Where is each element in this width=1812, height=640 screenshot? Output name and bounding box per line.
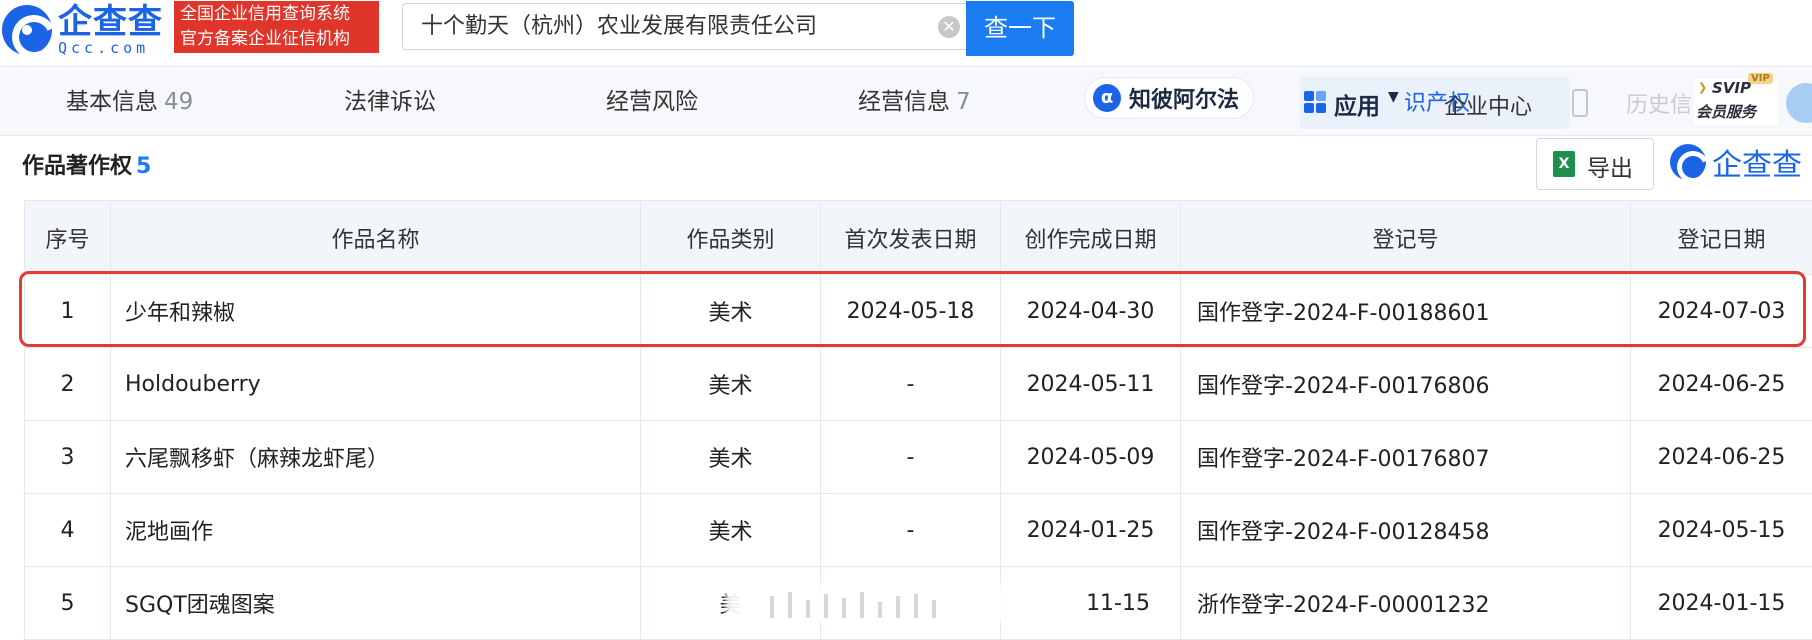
cell-complete-date: 2024-05-11 — [1000, 347, 1181, 421]
svip-bottom-label: 会员服务 — [1696, 103, 1757, 121]
tab-count: 7 — [956, 89, 971, 115]
cell-work-name[interactable]: Holdouberry — [110, 347, 641, 421]
tab-legal[interactable]: 法律诉讼 — [344, 87, 436, 117]
column-header: 创作完成日期 — [1000, 200, 1181, 275]
tab-risk[interactable]: 经营风险 — [606, 87, 698, 117]
row-highlight-box — [19, 271, 1806, 347]
nav-bar: 基本信息 49 法律诉讼 经营风险 经营信息 7 α 知彼阿尔法 应用 ▼ 识产权 … — [0, 66, 1812, 136]
cell-index: 5 — [24, 566, 111, 640]
history-label[interactable]: 历史信 — [1626, 87, 1692, 119]
cell-work-name[interactable]: 泥地画作 — [110, 493, 641, 567]
clear-search-icon[interactable]: ✕ — [938, 16, 960, 38]
search-button[interactable]: 查一下 — [966, 1, 1074, 56]
cell-category: 美术 — [640, 347, 821, 421]
column-header: 作品类别 — [640, 200, 821, 275]
tab-count: 49 — [164, 89, 194, 115]
enterprise-center-label: 企业中心 — [1444, 95, 1533, 120]
section-title: 作品著作权 5 — [22, 148, 151, 180]
svip-top-label: SVIP — [1712, 79, 1751, 97]
excel-icon: X — [1553, 151, 1575, 177]
table-row: 4 泥地画作 美术 - 2024-01-25 国作登字-2024-F-00128… — [24, 493, 1812, 567]
tab-basic-info[interactable]: 基本信息 49 — [66, 87, 193, 117]
section-title-text: 作品著作权 — [22, 154, 133, 179]
column-header: 登记日期 — [1630, 200, 1812, 275]
cell-category: 美术 — [640, 493, 821, 567]
zhibi-icon: α — [1093, 84, 1121, 112]
export-label: 导出 — [1587, 156, 1633, 182]
phone-icon[interactable] — [1572, 89, 1588, 117]
tab-business-info[interactable]: 经营信息 7 — [858, 87, 971, 117]
cell-complete-date: 2024-05-09 — [1000, 420, 1181, 494]
export-button[interactable]: X 导出 — [1536, 138, 1654, 190]
qcc-watermark-logo: 企查查 — [1670, 140, 1802, 184]
apps-menu[interactable]: 应用 ▼ 识产权 企业中心 — [1300, 77, 1570, 129]
cell-work-name[interactable]: SGQT团魂图案 — [110, 566, 641, 640]
cell-reg-date: 2024-01-15 — [1630, 566, 1812, 640]
cell-category: 美术 — [640, 420, 821, 494]
table-header-row: 序号 作品名称 作品类别 首次发表日期 创作完成日期 登记号 登记日期 — [24, 200, 1812, 275]
brand-text: 企查查 — [1712, 148, 1802, 183]
tab-label: 基本信息 — [66, 89, 158, 115]
badge-line2: 官方备案企业征信机构 — [180, 29, 350, 49]
cell-reg-no: 国作登字-2024-F-00128458 — [1180, 493, 1631, 567]
tab-label: 法律诉讼 — [344, 89, 436, 115]
section-count: 5 — [136, 154, 152, 179]
qcc-logo-icon — [1670, 144, 1706, 180]
logo-text: 企查查 Qcc.com — [58, 5, 163, 56]
top-bar: 企查查 Qcc.com 全国企业信用查询系统 官方备案企业征信机构 十个勤天（杭… — [0, 0, 1812, 66]
logo-cn: 企查查 — [58, 1, 163, 42]
cell-complete-date: 2024-01-25 — [1000, 493, 1181, 567]
avatar[interactable] — [1786, 83, 1812, 123]
cell-index: 2 — [24, 347, 111, 421]
table-row: 2 Holdouberry 美术 - 2024-05-11 国作登字-2024-… — [24, 347, 1812, 421]
table-row: 3 六尾飘移虾（麻辣龙虾尾） 美术 - 2024-05-09 国作登字-2024… — [24, 420, 1812, 494]
apps-label: 应用 — [1334, 94, 1380, 120]
qcc-logo[interactable]: 企查查 Qcc.com — [2, 4, 163, 56]
caret-down-icon: ▼ — [1388, 89, 1399, 105]
qcc-logo-icon — [2, 5, 52, 55]
cell-work-name[interactable]: 六尾飘移虾（麻辣龙虾尾） — [110, 420, 641, 494]
cell-reg-no: 国作登字-2024-F-00176806 — [1180, 347, 1631, 421]
logo-en: Qcc.com — [58, 38, 150, 57]
cell-publish-date: - — [820, 493, 1001, 567]
cell-reg-no: 浙作登字-2024-F-00001232 — [1180, 566, 1631, 640]
column-header: 作品名称 — [110, 200, 641, 275]
cell-publish-date: - — [820, 420, 1001, 494]
apps-grid-icon — [1304, 91, 1326, 113]
zhibi-alpha-button[interactable]: α 知彼阿尔法 — [1084, 77, 1255, 119]
copyright-table: 序号 作品名称 作品类别 首次发表日期 创作完成日期 登记号 登记日期 1 少年… — [24, 200, 1812, 640]
svip-crown-icon: ❯ — [1698, 81, 1708, 94]
badge-line1: 全国企业信用查询系统 — [180, 4, 350, 24]
search-input[interactable]: 十个勤天（杭州）农业发展有限责任公司 — [402, 3, 970, 50]
cell-index: 4 — [24, 493, 111, 567]
official-badge: 全国企业信用查询系统 官方备案企业征信机构 — [174, 1, 379, 53]
tab-label: 经营信息 — [858, 89, 950, 115]
column-header: 首次发表日期 — [820, 200, 1001, 275]
redaction-marks — [770, 586, 1090, 618]
tab-label: 经营风险 — [606, 89, 698, 115]
cell-reg-date: 2024-06-25 — [1630, 420, 1812, 494]
zhibi-label: 知彼阿尔法 — [1129, 88, 1240, 113]
svip-badge: VIP — [1748, 73, 1773, 84]
cell-reg-no: 国作登字-2024-F-00176807 — [1180, 420, 1631, 494]
column-header: 登记号 — [1180, 200, 1631, 275]
column-header: 序号 — [24, 200, 111, 275]
cell-index: 3 — [24, 420, 111, 494]
cell-reg-date: 2024-05-15 — [1630, 493, 1812, 567]
svip-button[interactable]: ❯ VIP SVIP 会员服务 — [1694, 73, 1778, 125]
cell-reg-date: 2024-06-25 — [1630, 347, 1812, 421]
cell-publish-date: - — [820, 347, 1001, 421]
